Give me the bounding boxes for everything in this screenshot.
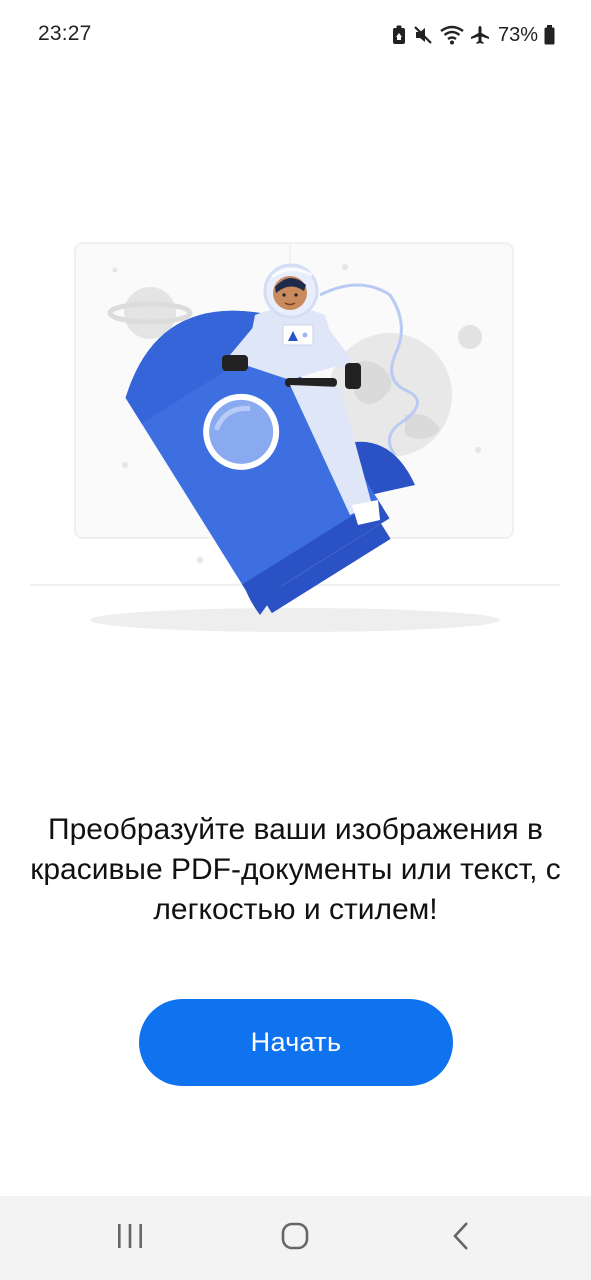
battery-percent: 73% (497, 23, 538, 46)
battery-saver-icon (392, 25, 406, 45)
back-button[interactable] (431, 1214, 491, 1262)
onboarding-message: Преобразуйте ваши изображения в красивые… (30, 813, 561, 926)
status-icons: 73% (392, 22, 555, 48)
wifi-icon (440, 25, 464, 45)
status-time: 23:27 (38, 22, 92, 45)
navigation-bar (0, 1196, 591, 1280)
mute-icon (412, 24, 434, 46)
rocket-astronaut-illustration (0, 215, 591, 645)
onboarding-screen: 23:27 73% Преобразуйте ваши изображения … (0, 0, 591, 1280)
recents-button[interactable] (100, 1214, 160, 1262)
airplane-icon (470, 25, 490, 45)
recents-icon (115, 1222, 145, 1255)
status-bar: 23:27 73% (0, 0, 591, 70)
back-icon (450, 1221, 472, 1256)
start-button[interactable]: Начать (139, 999, 453, 1086)
battery-icon (544, 25, 555, 45)
home-button[interactable] (265, 1214, 325, 1262)
home-icon (280, 1221, 310, 1256)
